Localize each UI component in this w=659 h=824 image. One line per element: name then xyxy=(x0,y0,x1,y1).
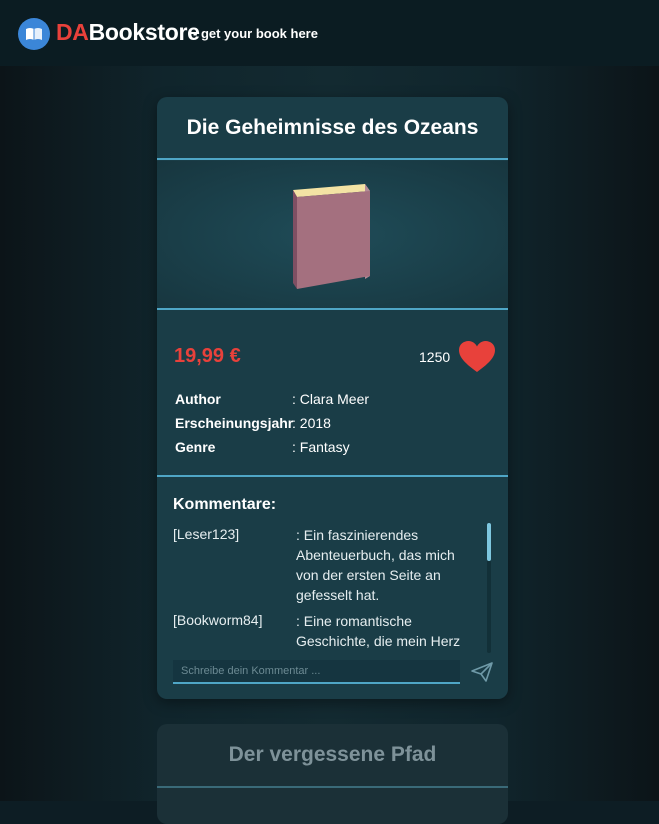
comment-text: : Eine romantische Geschichte, die mein … xyxy=(296,613,461,649)
title-divider xyxy=(157,158,508,160)
comment-user: [Bookworm84] xyxy=(173,612,263,628)
comments-list[interactable]: [Leser123] : Ein faszinierendes Abenteue… xyxy=(157,521,508,651)
comment-user: [Leser123] xyxy=(173,526,240,542)
app-header: DABookstore - get your book here xyxy=(0,0,659,67)
book-cover-area xyxy=(157,161,508,308)
book-cover-image xyxy=(293,184,370,289)
detail-value: : Fantasy xyxy=(292,439,350,455)
book-price: 19,99 € xyxy=(174,345,241,367)
book-title: Die Geheimnisse des Ozeans xyxy=(186,116,479,139)
image-divider xyxy=(157,308,508,310)
book-card-next: Der vergessene Pfad xyxy=(157,724,508,824)
like-count: 1250 xyxy=(419,349,451,365)
brand-prefix: DA xyxy=(56,19,89,45)
detail-label: Genre xyxy=(175,439,216,455)
brand-tagline: - get your book here xyxy=(193,26,318,41)
book-icon[interactable] xyxy=(18,18,50,50)
comments-scrollbar-thumb[interactable] xyxy=(487,523,491,561)
next-book-title: Der vergessene Pfad xyxy=(228,743,437,766)
detail-label: Erscheinungsjahr xyxy=(175,415,294,431)
details-divider xyxy=(157,475,508,477)
detail-value: : Clara Meer xyxy=(292,391,370,407)
send-icon[interactable] xyxy=(470,661,494,683)
brand-logo[interactable]: DABookstore xyxy=(56,19,200,46)
comment-text: : Ein faszinierendes Abenteuerbuch, das … xyxy=(296,527,455,603)
title-divider xyxy=(157,786,508,788)
comment-input[interactable] xyxy=(173,660,460,684)
heart-icon[interactable] xyxy=(458,340,496,374)
brand-name: Bookstore xyxy=(88,19,200,45)
book-card: Die Geheimnisse des Ozeans 19,99 € 1250 … xyxy=(157,97,508,699)
detail-value: : 2018 xyxy=(292,415,331,431)
comments-heading: Kommentare: xyxy=(173,496,277,513)
detail-label: Author xyxy=(175,391,221,407)
